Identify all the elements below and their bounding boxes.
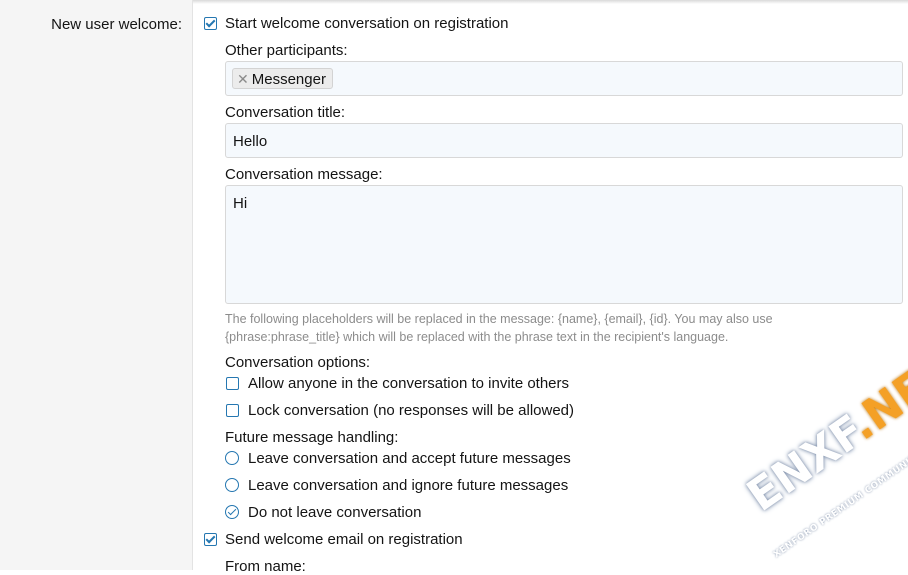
placeholder-hint-line-1: The following placeholders will be repla… — [225, 312, 773, 326]
conversation-options-label: Conversation options: — [225, 354, 371, 371]
conversation-message-label: Conversation message: — [225, 166, 383, 183]
allow-invite-checkbox[interactable] — [226, 377, 239, 390]
lock-conversation-checkbox[interactable] — [226, 404, 239, 417]
participant-tag-label: Messenger — [251, 71, 326, 88]
send-email-checkbox[interactable] — [204, 533, 217, 546]
remove-tag-icon[interactable]: ✕ — [237, 71, 249, 87]
future-handling-label: Future message handling: — [225, 429, 399, 446]
accept-future-label[interactable]: Leave conversation and accept future mes… — [248, 450, 571, 467]
conversation-message-textarea[interactable]: Hi — [225, 185, 903, 304]
from-name-label: From name: — [225, 558, 306, 575]
do-not-leave-radio[interactable] — [225, 505, 239, 519]
start-conversation-label[interactable]: Start welcome conversation on registrati… — [225, 15, 508, 32]
ignore-future-label[interactable]: Leave conversation and ignore future mes… — [248, 477, 568, 494]
conversation-title-value: Hello — [233, 133, 268, 150]
placeholder-hint-line-2: {phrase:phrase_title} which will be repl… — [225, 330, 729, 344]
allow-invite-label[interactable]: Allow anyone in the conversation to invi… — [248, 375, 569, 392]
do-not-leave-label[interactable]: Do not leave conversation — [248, 504, 421, 521]
lock-conversation-label[interactable]: Lock conversation (no responses will be … — [248, 402, 574, 419]
participants-input[interactable]: ✕ Messenger — [225, 61, 903, 96]
participant-tag: ✕ Messenger — [232, 68, 333, 89]
ignore-future-radio[interactable] — [225, 478, 239, 492]
send-email-label[interactable]: Send welcome email on registration — [225, 531, 463, 548]
participants-label: Other participants: — [225, 42, 348, 59]
row-label: New user welcome: — [51, 16, 182, 33]
conversation-title-input[interactable]: Hello — [225, 123, 903, 158]
start-conversation-checkbox[interactable] — [204, 17, 217, 30]
placeholder-hint: The following placeholders will be repla… — [225, 310, 825, 346]
conversation-message-value: Hi — [233, 195, 248, 212]
accept-future-radio[interactable] — [225, 451, 239, 465]
conversation-title-label: Conversation title: — [225, 104, 346, 121]
label-column: New user welcome: — [0, 0, 193, 570]
